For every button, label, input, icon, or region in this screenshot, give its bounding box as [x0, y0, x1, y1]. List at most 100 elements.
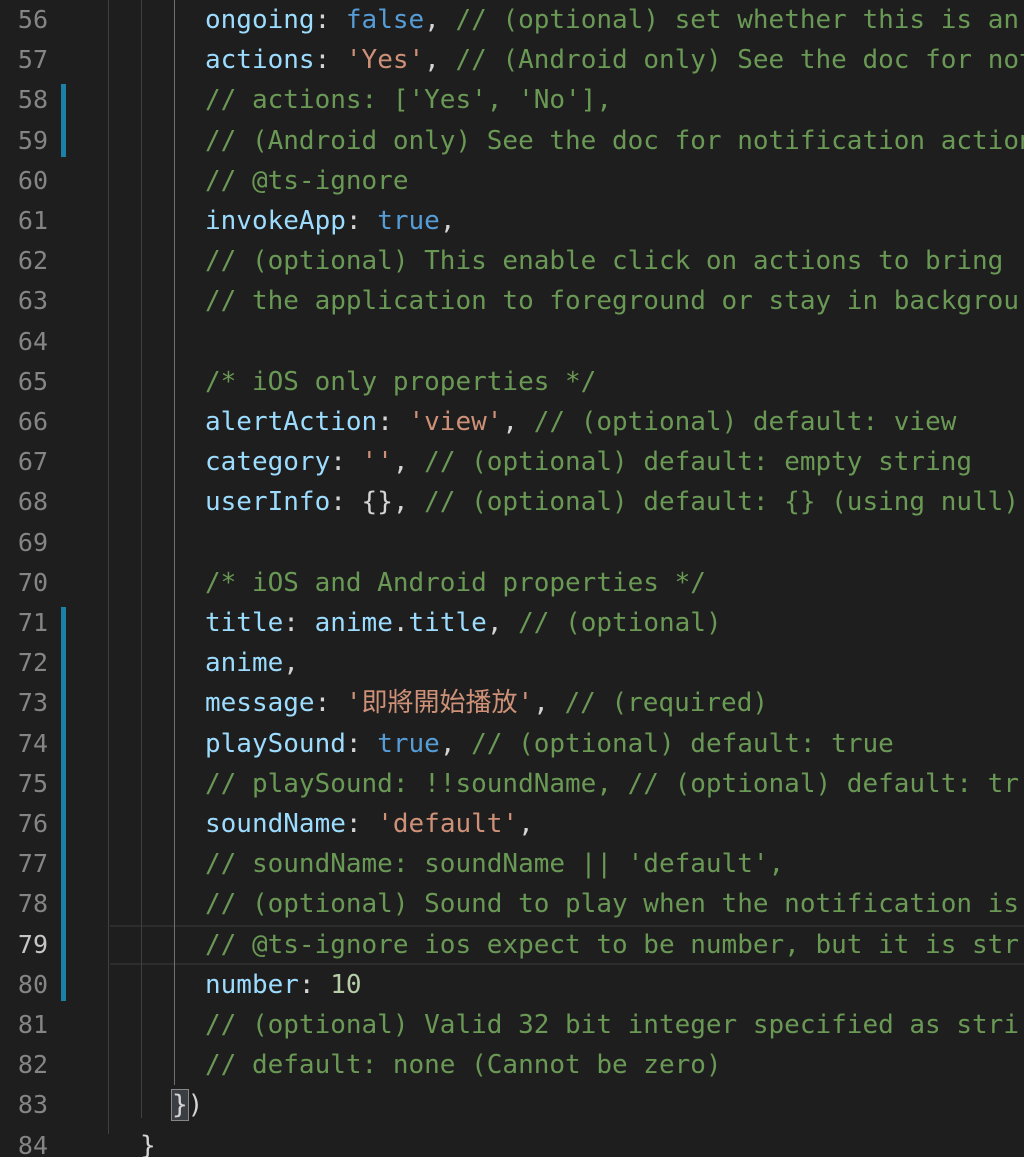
code-line[interactable]: // playSound: !!soundName, // (optional)…	[205, 764, 1019, 804]
code-token: actions	[205, 45, 315, 76]
code-line[interactable]: }	[140, 1126, 156, 1157]
code-line[interactable]: userInfo: {}, // (optional) default: {} …	[205, 482, 1019, 522]
line-number: 76	[17, 809, 48, 838]
code-line[interactable]: anime,	[205, 643, 299, 683]
line-number: 68	[17, 487, 48, 517]
indent-guide	[108, 0, 109, 1134]
code-line[interactable]: actions: 'Yes', // (Android only) See th…	[205, 40, 1024, 80]
code-token: }	[140, 1130, 156, 1157]
code-token: ,	[533, 688, 565, 719]
code-line[interactable]: playSound: true, // (optional) default: …	[205, 724, 894, 764]
code-token: // (optional) default: empty string	[424, 447, 973, 478]
code-line[interactable]: // default: none (Cannot be zero)	[205, 1045, 722, 1085]
code-line[interactable]: // @ts-ignore ios expect to be number, b…	[205, 925, 1019, 965]
indent-guide	[174, 0, 175, 1086]
code-token: :	[345, 728, 378, 759]
code-token: anime	[314, 608, 393, 638]
code-line[interactable]: number: 10	[205, 965, 362, 1005]
code-token: ,	[392, 447, 425, 478]
code-token: // @ts-ignore	[205, 165, 409, 196]
code-token: ,	[424, 45, 456, 76]
code-token: // @ts-ignore ios expect to be number, b…	[205, 929, 1019, 960]
line-number: 56	[17, 5, 48, 34]
code-token: // the application to foreground or stay…	[205, 286, 1019, 317]
code-line[interactable]: /* iOS only properties */	[205, 362, 596, 402]
line-number: 63	[17, 286, 48, 316]
code-token: // (optional)	[518, 608, 722, 638]
code-token: ,	[486, 608, 519, 638]
code-line[interactable]: // @ts-ignore	[205, 161, 409, 201]
code-line[interactable]: // (optional) Valid 32 bit integer speci…	[205, 1005, 1019, 1045]
code-line[interactable]: // the application to foreground or stay…	[205, 281, 1019, 321]
code-line[interactable]: message: '即將開始播放', // (required)	[205, 683, 768, 723]
code-token: '即將開始播放'	[345, 688, 534, 719]
code-token: ongoing	[205, 5, 315, 35]
code-token: // (optional) Sound to play when the not…	[205, 889, 1019, 920]
code-token: // (optional) default: {} (using null)	[424, 487, 1019, 518]
code-line[interactable]: invokeApp: true,	[205, 201, 455, 241]
code-token: // (required)	[564, 688, 769, 719]
code-token: soundName	[205, 809, 346, 839]
code-line[interactable]: // (optional) Sound to play when the not…	[205, 884, 1019, 924]
code-token: category	[205, 447, 331, 478]
code-token: ,	[439, 206, 456, 236]
code-editor[interactable]: 56 57 58 59 60 61 62 63 64 65 66 67 68 69 70 71 72 73 74 75…	[0, 0, 1024, 1157]
code-token: true	[377, 206, 440, 236]
code-token: title	[205, 608, 284, 638]
line-number: 82	[17, 1050, 48, 1080]
diff-modified-marker[interactable]	[61, 84, 66, 157]
code-token: // (optional) This enable click on actio…	[205, 246, 1004, 277]
code-token: // (optional) default: view	[533, 407, 957, 437]
code-token: // (optional) set whether this is an	[455, 5, 1020, 35]
code-token: :	[345, 809, 378, 839]
line-number: 67	[17, 447, 48, 477]
line-number-gutter[interactable]: 56 57 58 59 60 61 62 63 64 65 66 67 68 69 70 71 72 73 74 75…	[0, 0, 70, 1157]
line-number: 69	[17, 527, 48, 557]
code-token: ,	[518, 809, 534, 839]
code-line[interactable]: // actions: ['Yes', 'No'],	[205, 80, 612, 120]
code-token: message	[205, 688, 315, 719]
code-token: // (optional) Valid 32 bit integer speci…	[205, 1010, 1019, 1040]
code-line[interactable]: /* iOS and Android properties */	[205, 563, 706, 603]
code-token: true	[377, 728, 440, 759]
line-number: 77	[17, 849, 48, 879]
code-token: invokeApp	[205, 206, 346, 236]
code-token: :	[345, 206, 378, 236]
code-line[interactable]: })	[171, 1085, 204, 1125]
code-line[interactable]: ongoing: false, // (optional) set whethe…	[205, 0, 1019, 40]
line-number: 70	[17, 567, 48, 597]
code-token: // playSound: !!soundName, // (optional)…	[205, 768, 1019, 799]
matched-bracket: }	[171, 1089, 189, 1122]
code-line[interactable]: // soundName: soundName || 'default',	[205, 844, 784, 884]
line-number: 79	[17, 929, 48, 959]
code-line[interactable]: // (Android only) See the doc for notifi…	[205, 121, 1024, 161]
line-number: 58	[17, 85, 48, 115]
code-token: // default: none (Cannot be zero)	[205, 1050, 722, 1081]
code-token: // (Android only) See the doc for notifi…	[205, 125, 1024, 156]
code-line[interactable]: soundName: 'default',	[205, 804, 534, 844]
line-number: 57	[17, 45, 48, 75]
code-token: :	[314, 5, 346, 35]
code-token: ,	[283, 648, 299, 679]
code-token: :	[314, 688, 346, 719]
code-token: // (optional) default: true	[471, 728, 894, 759]
code-token: 'Yes'	[345, 45, 425, 76]
code-token: )	[187, 1090, 204, 1121]
code-line[interactable]: // (optional) This enable click on actio…	[205, 241, 1003, 281]
code-line[interactable]: alertAction: 'view', // (optional) defau…	[205, 402, 956, 442]
line-number: 66	[17, 407, 48, 436]
code-token: :	[283, 608, 315, 638]
line-number: 59	[17, 125, 48, 155]
code-token: userInfo	[205, 487, 331, 518]
line-number: 72	[17, 648, 48, 678]
code-line[interactable]: category: '', // (optional) default: emp…	[205, 442, 972, 482]
code-token: alertAction	[205, 407, 378, 437]
code-token: false	[345, 5, 425, 35]
code-token: title	[408, 608, 487, 638]
line-number: 80	[17, 969, 48, 999]
code-token: // soundName: soundName || 'default',	[205, 849, 785, 880]
line-number: 83	[17, 1090, 48, 1120]
code-line[interactable]: title: anime.title, // (optional)	[205, 603, 722, 643]
diff-modified-marker[interactable]	[61, 607, 66, 1001]
code-token: :	[314, 45, 346, 76]
